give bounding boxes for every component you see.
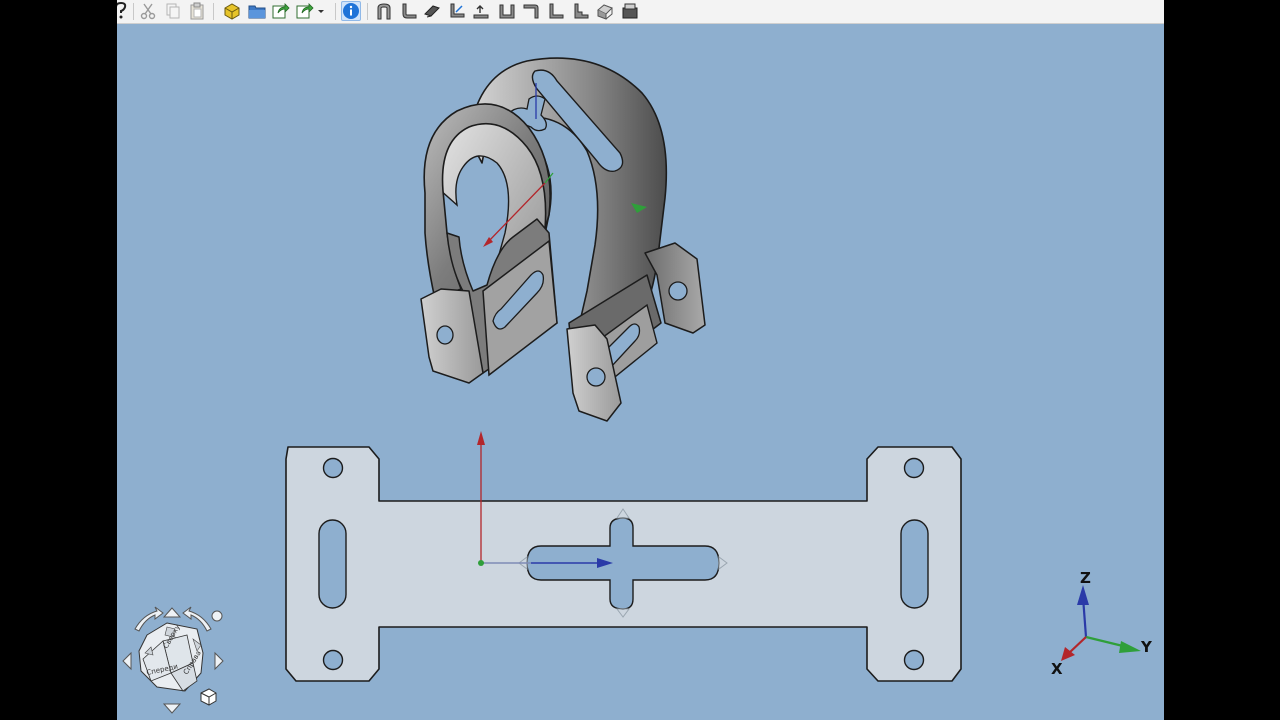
share-icon bbox=[296, 3, 314, 19]
copy-icon bbox=[166, 3, 180, 19]
sheetmetal-corner-relief-button[interactable] bbox=[497, 1, 517, 21]
nav-down-arrow[interactable] bbox=[162, 703, 182, 714]
3d-scene: Спереди Сверху Справа Z Y X bbox=[122, 57, 1153, 714]
sheetmetal-wall-button[interactable] bbox=[399, 1, 419, 21]
sheetmetal-base-bend-button[interactable] bbox=[374, 1, 394, 21]
sheetmetal-form-icon bbox=[574, 3, 589, 19]
flat-hole-top-left bbox=[322, 457, 344, 479]
sheetmetal-form-button[interactable] bbox=[571, 1, 591, 21]
sheetmetal-jog-icon bbox=[523, 4, 539, 19]
sheetmetal-extend-button[interactable] bbox=[422, 1, 442, 21]
toolbar-separator bbox=[213, 3, 214, 20]
folder-icon bbox=[248, 5, 266, 19]
flat-hole-top-right bbox=[903, 457, 925, 479]
bracket-right-front-tab-hole bbox=[586, 367, 606, 387]
sheetmetal-wall-icon bbox=[402, 3, 417, 19]
open-button[interactable] bbox=[247, 1, 267, 21]
axis-cross-x-line bbox=[1068, 636, 1087, 654]
sheetmetal-bend-icon bbox=[549, 3, 564, 19]
copy-button[interactable] bbox=[163, 1, 183, 21]
nav-up-arrow[interactable] bbox=[162, 607, 182, 618]
cut-button[interactable] bbox=[138, 1, 158, 21]
freecad-window: Спереди Сверху Справа Z Y X bbox=[117, 0, 1164, 720]
bent-bracket-3d[interactable] bbox=[420, 57, 706, 422]
whats-this-icon bbox=[117, 2, 127, 19]
cut-icon bbox=[140, 3, 156, 20]
navigation-cube[interactable]: Спереди Сверху Справа bbox=[122, 606, 224, 714]
toolbar-separator bbox=[133, 3, 134, 20]
sheetmetal-fold-icon bbox=[450, 3, 465, 18]
flat-slot-right bbox=[900, 519, 929, 609]
flat-slot-left bbox=[318, 519, 347, 609]
export-button[interactable] bbox=[271, 1, 291, 21]
sheetmetal-base-bend-icon bbox=[377, 3, 391, 20]
axis-cross: Z Y X bbox=[1051, 569, 1153, 678]
toolbar-separator bbox=[367, 3, 368, 20]
chevron-down-icon bbox=[318, 10, 324, 13]
bracket-left-tab-hole bbox=[436, 325, 454, 345]
bracket-right-back-tab-hole bbox=[668, 281, 688, 301]
part-button[interactable] bbox=[222, 1, 242, 21]
sheetmetal-extend-icon bbox=[424, 5, 440, 18]
sheetmetal-jog-button[interactable] bbox=[521, 1, 541, 21]
nav-cube-body[interactable]: Спереди Сверху Справа bbox=[138, 622, 204, 692]
axis-cross-z-arrow bbox=[1077, 585, 1089, 605]
sheetmetal-sketch-unfold-button[interactable] bbox=[620, 1, 640, 21]
sheetmetal-bend-button[interactable] bbox=[546, 1, 566, 21]
sheetmetal-solid-icon bbox=[597, 4, 613, 20]
whats-this-button[interactable] bbox=[117, 1, 131, 21]
nav-menu-dot[interactable] bbox=[211, 610, 223, 622]
sheetmetal-fold-button[interactable] bbox=[447, 1, 467, 21]
3d-viewport[interactable]: Спереди Сверху Справа Z Y X bbox=[117, 23, 1164, 720]
sheetmetal-unfold-icon bbox=[473, 5, 489, 19]
info-icon bbox=[343, 3, 359, 19]
nav-right-arrow[interactable] bbox=[214, 651, 224, 671]
sheetmetal-corner-relief-icon bbox=[499, 4, 515, 19]
axis-cross-y-label: Y bbox=[1140, 638, 1153, 656]
toolbar-separator bbox=[335, 3, 336, 20]
sheetmetal-sketch-unfold-icon bbox=[622, 3, 638, 19]
sheetmetal-solid-button[interactable] bbox=[595, 1, 615, 21]
part-icon bbox=[224, 3, 240, 20]
flat-axis-z-arrow bbox=[477, 431, 485, 445]
nav-left-arrow[interactable] bbox=[122, 651, 132, 671]
flat-origin-point bbox=[478, 560, 484, 566]
axis-cross-z-label: Z bbox=[1080, 569, 1091, 587]
axis-cross-x-label: X bbox=[1051, 660, 1063, 678]
export-icon bbox=[272, 3, 290, 19]
toolbar bbox=[117, 0, 1164, 24]
sheetmetal-unfold-button[interactable] bbox=[471, 1, 491, 21]
paste-icon bbox=[190, 2, 204, 20]
info-button[interactable] bbox=[341, 1, 361, 21]
share-button[interactable] bbox=[295, 1, 315, 21]
flat-pattern[interactable] bbox=[285, 431, 962, 682]
flat-hole-bottom-right bbox=[903, 649, 925, 671]
paste-button[interactable] bbox=[187, 1, 207, 21]
share-dropdown[interactable] bbox=[315, 1, 327, 21]
flat-hole-bottom-left bbox=[322, 649, 344, 671]
nav-view-menu-cube-icon[interactable] bbox=[200, 688, 217, 706]
axis-cross-y-arrow bbox=[1119, 641, 1141, 653]
